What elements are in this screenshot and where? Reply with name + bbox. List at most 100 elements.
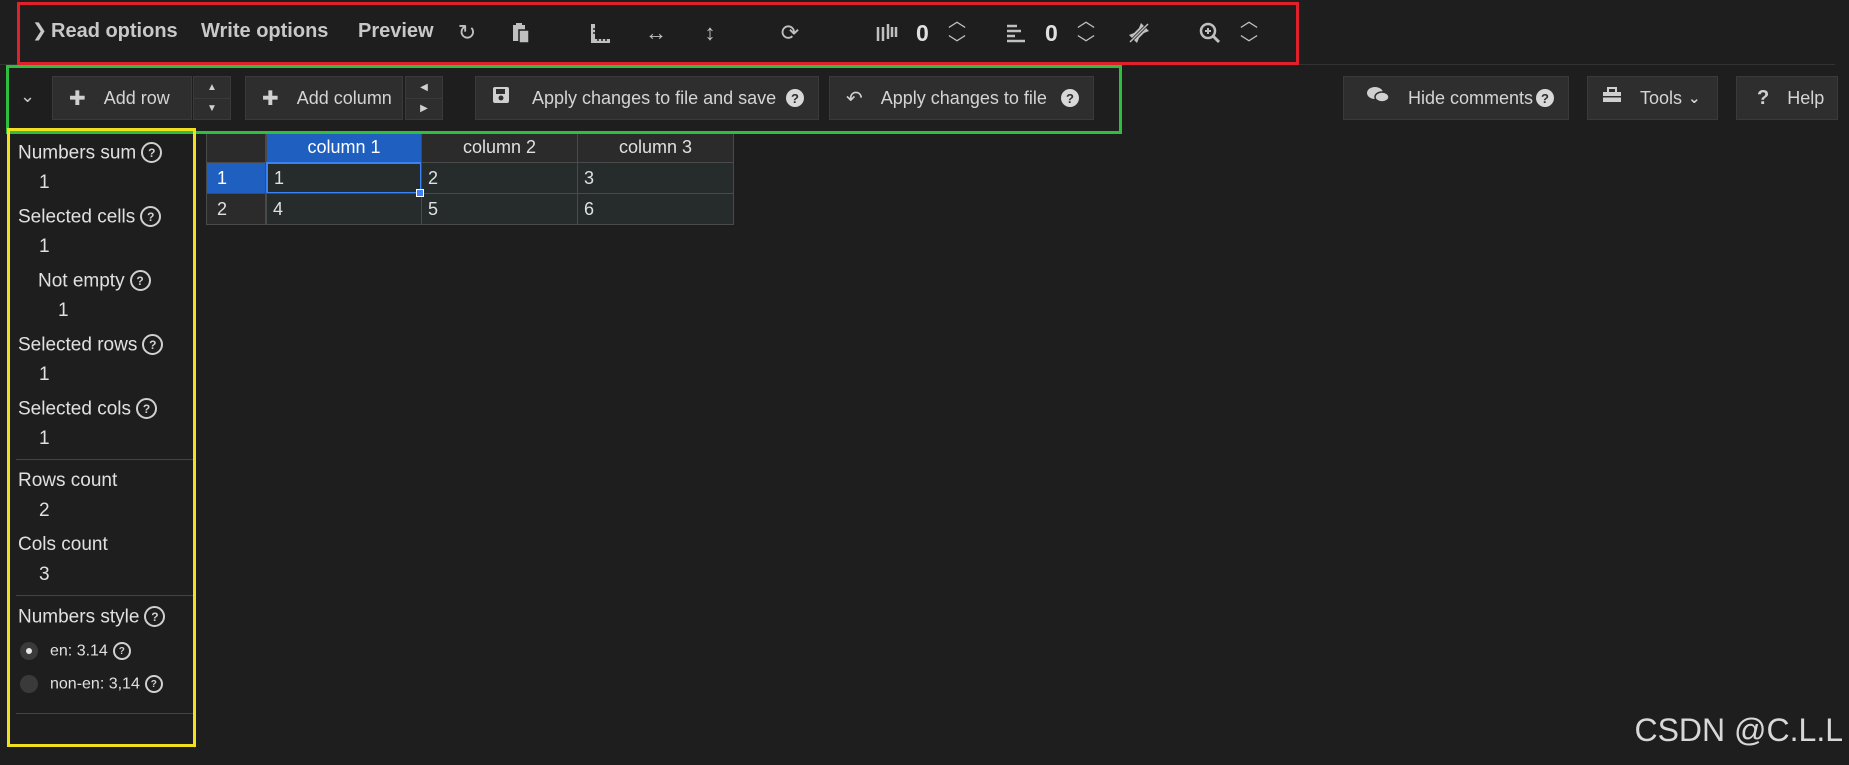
caret-right-icon[interactable]: ▶ <box>406 97 442 120</box>
add-row-position-toggle[interactable]: ▲ ▼ <box>193 76 231 120</box>
chevron-down-icon[interactable]: ﹀ <box>1236 31 1262 54</box>
table-cell[interactable]: 6 <box>577 193 734 225</box>
hide-comments-button[interactable]: Hide comments ? <box>1343 76 1569 120</box>
rows-count-value: 2 <box>39 500 50 521</box>
add-column-label: Add column <box>296 87 392 108</box>
table-cell[interactable]: 2 <box>421 162 578 194</box>
numbers-sum-value: 1 <box>39 172 50 193</box>
cols-count-label: Cols count <box>18 534 108 555</box>
freeze-columns-stepper[interactable]: ︿ ﹀ <box>944 8 970 54</box>
question-circle-icon[interactable]: ? <box>1536 89 1554 107</box>
write-options-tab[interactable]: Write options <box>201 20 328 43</box>
selected-cells-label: Selected cells? <box>18 206 162 229</box>
chevron-right-icon[interactable]: ❯ <box>32 20 47 41</box>
numbers-style-label: Numbers style? <box>18 606 166 629</box>
table-cell[interactable]: 5 <box>421 193 578 225</box>
selected-rows-label: Selected rows? <box>18 334 164 357</box>
zoom-stepper[interactable]: ︿ ﹀ <box>1236 8 1262 54</box>
floppy-disk-icon <box>492 86 510 110</box>
pin-off-icon[interactable] <box>1124 18 1154 48</box>
divider <box>16 459 196 460</box>
question-circle-icon[interactable]: ? <box>112 642 131 660</box>
apply-changes-label: Apply changes to file <box>880 87 1047 108</box>
divider <box>16 595 196 596</box>
question-circle-icon[interactable]: ? <box>786 89 804 107</box>
add-column-position-toggle[interactable]: ◀ ▶ <box>405 76 443 120</box>
row-header[interactable]: 2 <box>206 193 266 225</box>
question-icon: ? <box>1757 86 1770 109</box>
question-circle-icon[interactable]: ? <box>144 675 163 693</box>
chevron-up-icon[interactable]: ︿ <box>1073 8 1099 31</box>
caret-left-icon[interactable]: ◀ <box>406 77 442 98</box>
ruler-icon[interactable] <box>586 18 616 48</box>
caret-down-icon[interactable]: ▼ <box>194 97 230 120</box>
question-circle-icon[interactable]: ? <box>144 606 166 627</box>
tools-label: Tools <box>1640 87 1683 108</box>
plus-icon: ✚ <box>69 87 86 110</box>
selected-cells-value: 1 <box>39 236 50 257</box>
chevron-down-icon[interactable]: ﹀ <box>944 31 970 54</box>
freeze-rows-value: 0 <box>1045 20 1058 46</box>
fill-handle[interactable] <box>416 189 424 197</box>
preview-tab[interactable]: Preview <box>358 20 434 43</box>
toolbox-icon <box>1602 86 1622 110</box>
plus-icon: ✚ <box>262 87 279 110</box>
caret-up-icon[interactable]: ▲ <box>194 77 230 98</box>
freeze-rows-stepper[interactable]: ︿ ﹀ <box>1073 8 1099 54</box>
vertical-resize-icon[interactable]: ↕ <box>695 18 725 48</box>
apply-and-save-label: Apply changes to file and save <box>532 87 777 108</box>
freeze-columns-icon <box>872 18 902 48</box>
column-header[interactable]: column 2 <box>421 131 578 163</box>
stats-sidebar: Numbers sum? 1 Selected cells? 1 Not emp… <box>8 128 196 748</box>
style-non-en-label: non-en: 3,14? <box>50 675 163 694</box>
collapse-chevron-icon[interactable]: ⌄ <box>20 86 35 107</box>
hide-comments-label: Hide comments <box>1408 87 1534 108</box>
cols-count-value: 3 <box>39 564 50 585</box>
add-column-button[interactable]: ✚ Add column <box>245 76 403 120</box>
reload-icon[interactable]: ↻ <box>452 18 482 48</box>
chevron-down-icon[interactable]: ﹀ <box>1073 31 1099 54</box>
freeze-columns-value: 0 <box>916 20 929 46</box>
grid-corner[interactable] <box>206 131 266 163</box>
add-row-button[interactable]: ✚ Add row <box>52 76 192 120</box>
question-circle-icon[interactable]: ? <box>136 398 158 419</box>
style-en-label: en: 3.14? <box>50 642 131 661</box>
undo-arrow-icon: ↶ <box>846 87 863 110</box>
question-circle-icon[interactable]: ? <box>141 142 163 163</box>
rows-count-label: Rows count <box>18 470 118 491</box>
question-circle-icon[interactable]: ? <box>142 334 164 355</box>
not-empty-value: 1 <box>58 300 69 321</box>
column-header[interactable]: column 3 <box>577 131 734 163</box>
read-options-tab[interactable]: Read options <box>51 20 178 43</box>
question-circle-icon[interactable]: ? <box>140 206 162 227</box>
table-cell[interactable]: 3 <box>577 162 734 194</box>
sync-icon[interactable]: ⟳ <box>775 18 805 48</box>
watermark: CSDN @C.L.L <box>1634 712 1843 748</box>
apply-and-save-button[interactable]: Apply changes to file and save ? <box>475 76 819 120</box>
row-header[interactable]: 1 <box>206 162 266 194</box>
add-row-label: Add row <box>103 87 170 108</box>
style-non-en-radio[interactable] <box>20 675 38 693</box>
chevron-down-icon: ⌄ <box>1688 90 1701 107</box>
table-cell[interactable]: 4 <box>266 193 422 225</box>
chevron-up-icon[interactable]: ︿ <box>1236 8 1262 31</box>
column-header[interactable]: column 1 <box>266 131 422 163</box>
style-en-radio[interactable] <box>20 642 38 660</box>
apply-changes-button[interactable]: ↶ Apply changes to file ? <box>829 76 1094 120</box>
numbers-sum-label: Numbers sum? <box>18 142 163 165</box>
help-button[interactable]: ? Help <box>1736 76 1838 120</box>
data-grid: column 1 column 2 column 3 1 1 2 3 2 4 5… <box>206 131 734 225</box>
top-toolbar: ❯ Read options Write options Preview ↻ ↔… <box>0 0 1835 65</box>
table-cell-selected[interactable]: 1 <box>266 162 422 194</box>
chevron-up-icon[interactable]: ︿ <box>944 8 970 31</box>
selected-rows-value: 1 <box>39 364 50 385</box>
not-empty-label: Not empty? <box>38 270 151 293</box>
paste-icon[interactable] <box>506 18 536 48</box>
question-circle-icon[interactable]: ? <box>129 270 151 291</box>
question-circle-icon[interactable]: ? <box>1061 89 1079 107</box>
zoom-in-icon[interactable] <box>1195 18 1225 48</box>
horizontal-resize-icon[interactable]: ↔ <box>641 18 671 48</box>
tools-dropdown-button[interactable]: Tools ⌄ <box>1587 76 1718 120</box>
selected-cols-value: 1 <box>39 428 50 449</box>
help-label: Help <box>1787 87 1825 108</box>
